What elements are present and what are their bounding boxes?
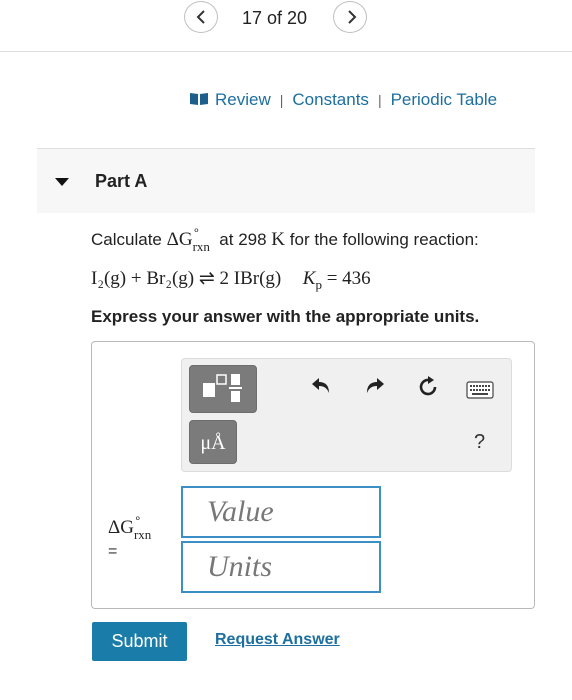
review-link[interactable]: Review: [215, 90, 271, 109]
part-title: Part A: [95, 171, 148, 191]
units-button[interactable]: μÅ: [189, 420, 237, 464]
submit-button[interactable]: Submit: [92, 622, 187, 661]
next-button[interactable]: [333, 1, 367, 33]
top-divider: [0, 51, 572, 52]
caret-down-icon: [55, 178, 69, 186]
part-header[interactable]: Part A: [37, 148, 535, 213]
prompt-tail: for the following reaction:: [289, 230, 479, 249]
keyboard-icon[interactable]: [466, 381, 494, 399]
link-separator: |: [279, 92, 284, 108]
reaction-text: I₂(g) + Br₂(g) ⇌ 2 IBr(g): [91, 268, 282, 289]
units-input[interactable]: [181, 541, 381, 593]
chevron-right-icon: [348, 10, 357, 24]
pager-label: 17 of 20: [242, 8, 308, 28]
reaction-equation: I₂(g) + Br₂(g) ⇌ 2 IBr(g) Kp = 436: [91, 267, 371, 293]
kp-value: = 436: [326, 268, 371, 289]
kp-sub: p: [315, 276, 322, 292]
delta-g-symbol: ΔG ∘ rxn: [166, 223, 210, 254]
templates-icon: [203, 374, 242, 402]
kelvin-unit: K: [271, 229, 286, 250]
lhs-symbol: ΔG: [108, 517, 134, 538]
periodic-table-link[interactable]: Periodic Table: [391, 90, 497, 109]
previous-button[interactable]: [184, 1, 218, 33]
constants-link[interactable]: Constants: [292, 90, 369, 109]
link-separator: |: [377, 92, 382, 108]
kp-label: K: [302, 268, 316, 289]
chevron-left-icon: [196, 10, 205, 24]
redo-icon[interactable]: [364, 375, 386, 397]
answer-instruction: Express your answer with the appropriate…: [91, 307, 480, 326]
reset-icon[interactable]: [416, 375, 440, 399]
book-icon: [190, 93, 208, 105]
prompt-at: at 298: [219, 230, 267, 249]
value-input[interactable]: [181, 486, 381, 538]
request-answer-link[interactable]: Request Answer: [215, 631, 340, 649]
answer-lhs: ΔG ∘ rxn: [108, 511, 152, 542]
undo-icon[interactable]: [310, 375, 332, 397]
lhs-equals: =: [108, 543, 118, 560]
resource-links: Review | Constants | Periodic Table: [189, 90, 497, 110]
help-button[interactable]: ?: [474, 431, 485, 454]
prompt-calc: Calculate: [91, 230, 162, 249]
question-prompt: Calculate ΔG ∘ rxn at 298 K for the follow…: [91, 223, 479, 254]
templates-button[interactable]: [189, 365, 257, 413]
